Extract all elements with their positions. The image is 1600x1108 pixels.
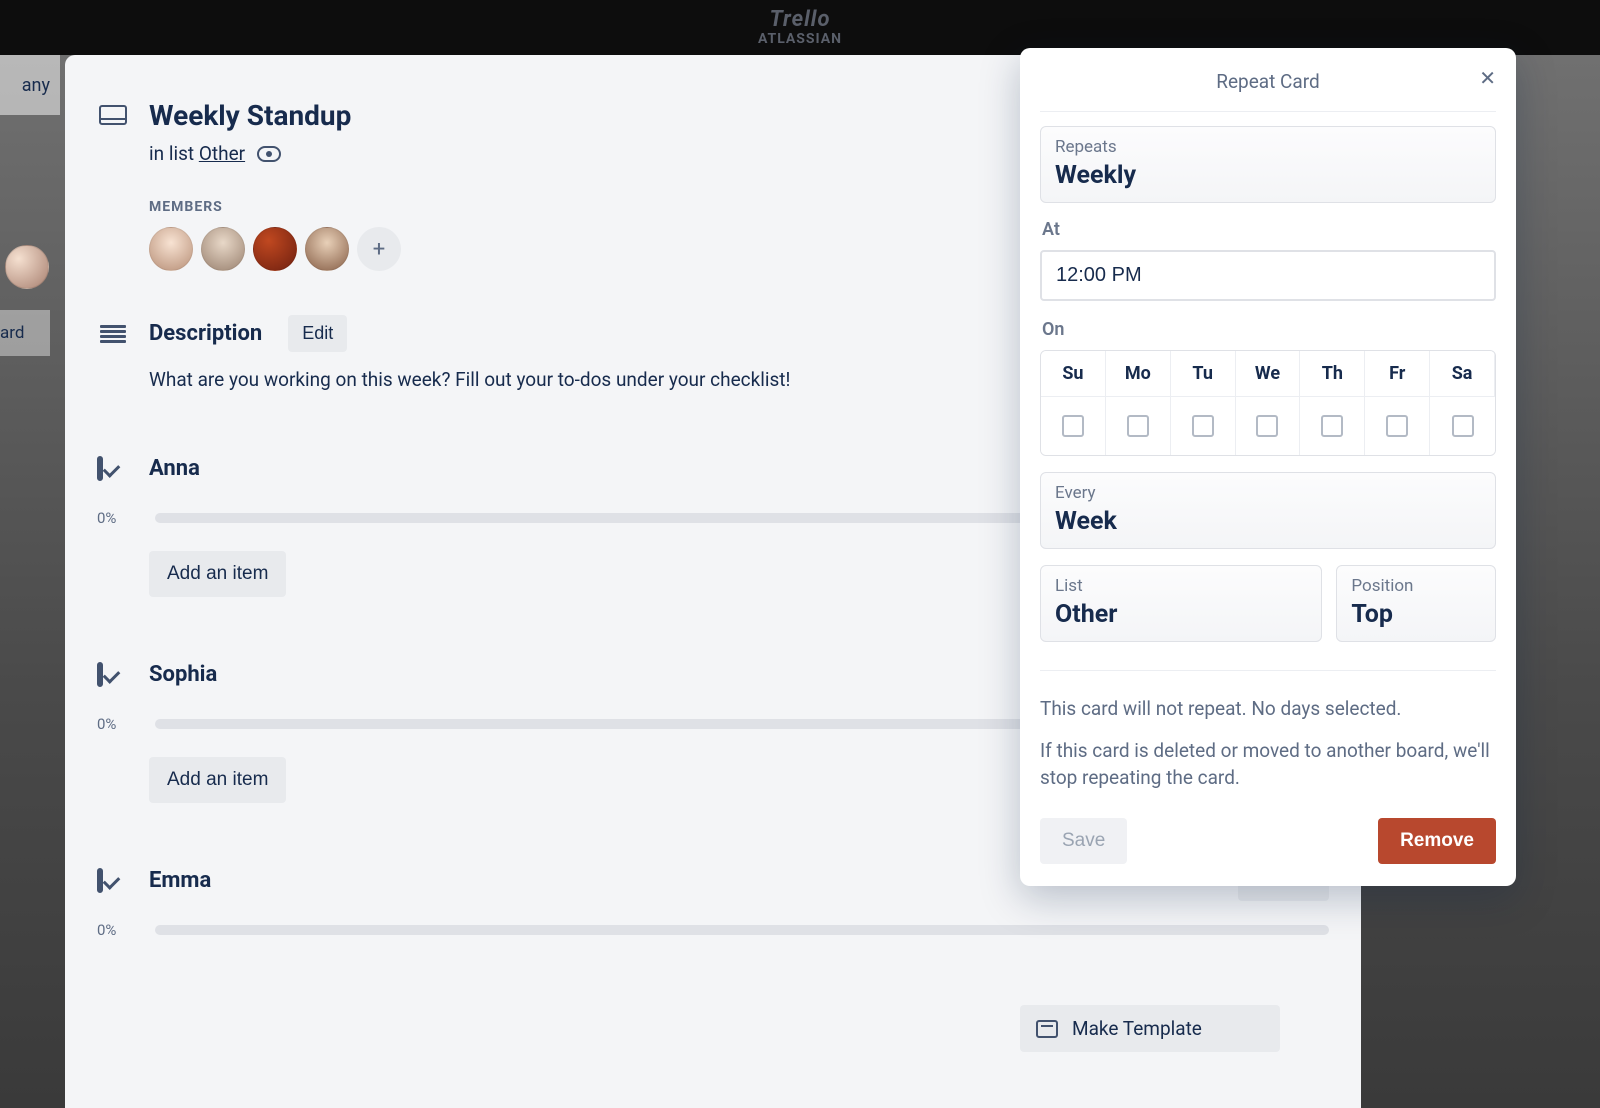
board-member-avatar[interactable] [5, 245, 49, 289]
repeat-card-popover: Repeat Card ✕ Repeats Weekly At On Su Mo… [1020, 48, 1516, 886]
add-card-fragment[interactable]: ard [0, 310, 50, 356]
template-icon [1036, 1020, 1058, 1038]
description-heading: Description [149, 321, 262, 346]
every-select[interactable]: Every Week [1040, 472, 1496, 549]
brand-name: Trello [770, 8, 831, 32]
watch-icon[interactable] [257, 146, 281, 162]
day-checkbox-we[interactable] [1256, 415, 1278, 437]
brand-sub: ATLASSIAN [758, 32, 842, 47]
day-checkbox-sa[interactable] [1452, 415, 1474, 437]
close-icon[interactable]: ✕ [1479, 66, 1496, 91]
checklist-progress-pct: 0% [97, 715, 137, 733]
board-header-fragment: any [0, 55, 60, 115]
list-select[interactable]: List Other [1040, 565, 1322, 642]
checklist-icon [97, 456, 103, 481]
add-member-button[interactable]: + [357, 227, 401, 271]
popover-title: Repeat Card [1216, 70, 1319, 93]
checklist-icon [97, 662, 103, 687]
divider [1040, 670, 1496, 671]
member-avatar[interactable] [201, 227, 245, 271]
card-list-link[interactable]: Other [199, 142, 245, 165]
checklist-progress-pct: 0% [97, 509, 137, 527]
day-header-tu: Tu [1171, 351, 1236, 397]
at-label: At [1042, 219, 1496, 240]
checklist-progress-pct: 0% [97, 921, 137, 939]
divider [1040, 111, 1496, 112]
day-header-fr: Fr [1365, 351, 1430, 397]
checklist-icon [97, 868, 103, 893]
repeats-select[interactable]: Repeats Weekly [1040, 126, 1496, 203]
days-grid: Su Mo Tu We Th Fr Sa [1040, 350, 1496, 456]
member-avatar[interactable] [253, 227, 297, 271]
day-checkbox-mo[interactable] [1127, 415, 1149, 437]
card-icon [99, 105, 127, 125]
add-checklist-item-button[interactable]: Add an item [149, 757, 286, 803]
make-template-button[interactable]: Make Template [1020, 1005, 1280, 1052]
on-label: On [1042, 319, 1496, 340]
day-checkbox-tu[interactable] [1192, 415, 1214, 437]
position-select[interactable]: Position Top [1336, 565, 1496, 642]
repeat-info-2: If this card is deleted or moved to anot… [1040, 737, 1496, 792]
day-checkbox-fr[interactable] [1386, 415, 1408, 437]
repeat-info-1: This card will not repeat. No days selec… [1040, 695, 1496, 723]
description-icon [100, 325, 126, 343]
add-checklist-item-button[interactable]: Add an item [149, 551, 286, 597]
member-avatar[interactable] [149, 227, 193, 271]
member-avatar[interactable] [305, 227, 349, 271]
day-checkbox-su[interactable] [1062, 415, 1084, 437]
app-topbar: Trello ATLASSIAN [0, 0, 1600, 55]
day-header-su: Su [1041, 351, 1106, 397]
checklist-progress-bar [155, 925, 1329, 935]
day-header-sa: Sa [1430, 351, 1495, 397]
remove-button[interactable]: Remove [1378, 818, 1496, 864]
edit-description-button[interactable]: Edit [288, 315, 347, 352]
day-header-we: We [1236, 351, 1301, 397]
time-input[interactable] [1040, 250, 1496, 301]
save-button[interactable]: Save [1040, 818, 1127, 864]
day-header-th: Th [1300, 351, 1365, 397]
day-header-mo: Mo [1106, 351, 1171, 397]
day-checkbox-th[interactable] [1321, 415, 1343, 437]
app-logo: Trello ATLASSIAN [758, 8, 842, 48]
